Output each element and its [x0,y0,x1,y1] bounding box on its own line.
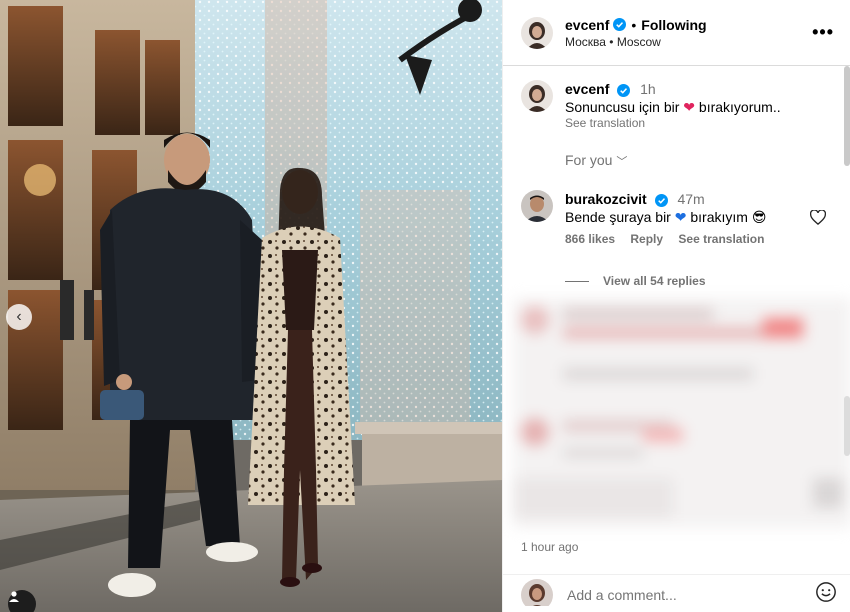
author-avatar[interactable] [521,16,553,49]
caption-text-start: Sonuncusu için bir [565,99,680,115]
previous-photo-button[interactable]: ‹ [6,304,32,330]
author-username[interactable]: evcenf [565,17,609,33]
caption-avatar[interactable] [521,80,553,112]
current-user-avatar [521,578,553,606]
heart-icon[interactable] [809,209,827,230]
chevron-left-icon: ‹ [16,308,22,325]
commenter-avatar[interactable] [521,190,553,222]
header-separator: • [631,16,637,33]
verified-badge-icon [617,83,631,97]
blue-heart-icon: ❤ [674,209,687,225]
add-comment-bar [503,574,850,606]
more-options-icon[interactable]: ••• [812,22,834,43]
instagram-post-view: ‹ evcenf • Following Москва • Moscow •••… [0,0,850,612]
view-replies-button[interactable]: View all 54 replies [565,274,706,288]
caption-text-end: bırakıyorum.. [698,99,781,115]
photo-illustration [0,0,502,612]
chevron-down-icon: ﹀ [616,156,628,168]
verified-badge-icon [654,193,668,207]
following-button[interactable]: Following [641,17,706,33]
verified-badge-icon [613,18,627,31]
caption-time[interactable]: 1h [640,81,656,97]
replies-rule [565,280,589,282]
commenter-username[interactable]: burakozcivit [565,191,647,207]
view-replies-label: View all 54 replies [603,274,706,288]
comment-text: Bende şuraya bir ❤ bırakıyım 😎 [565,208,776,226]
comment-time[interactable]: 47m [677,191,704,207]
caption-comment: evcenf 1h Sonuncusu için bir ❤ bırakıyor… [521,80,781,130]
user-tag-icon [9,591,19,602]
tagged-users-button[interactable] [8,590,36,612]
comment-text-start: Bende şuraya bir [565,209,671,225]
for-you-sort-dropdown[interactable]: For you ﹀ [565,152,627,169]
comments-scrollbar-lower[interactable] [844,396,850,456]
for-you-label: For you [565,152,613,168]
comment-likes[interactable]: 866 likes [565,232,615,246]
caption-username[interactable]: evcenf [565,81,609,97]
comment-item: burakozcivit 47m Bende şuraya bir ❤ bıra… [521,190,776,246]
comments-scrollbar[interactable] [844,66,850,166]
see-translation-link[interactable]: See translation [565,116,645,130]
comment-see-translation-link[interactable]: See translation [678,232,764,246]
blurred-comments [513,298,850,528]
sunglasses-emoji-icon: 😎 [751,209,767,225]
emoji-icon[interactable] [815,581,837,606]
post-side-panel: evcenf • Following Москва • Moscow ••• e… [502,0,850,612]
post-header: evcenf • Following Москва • Moscow ••• [503,0,850,66]
comments-section: evcenf 1h Sonuncusu için bir ❤ bırakıyor… [503,66,850,606]
post-location[interactable]: Москва • Moscow [565,35,812,49]
post-photo[interactable]: ‹ [0,0,502,612]
post-timestamp[interactable]: 1 hour ago [521,540,578,554]
red-heart-icon: ❤ [683,99,696,115]
caption-text: Sonuncusu için bir ❤ bırakıyorum.. [565,98,781,116]
add-comment-input[interactable] [567,586,815,603]
reply-button[interactable]: Reply [630,232,663,246]
comment-text-end: bırakıyım [690,209,748,225]
